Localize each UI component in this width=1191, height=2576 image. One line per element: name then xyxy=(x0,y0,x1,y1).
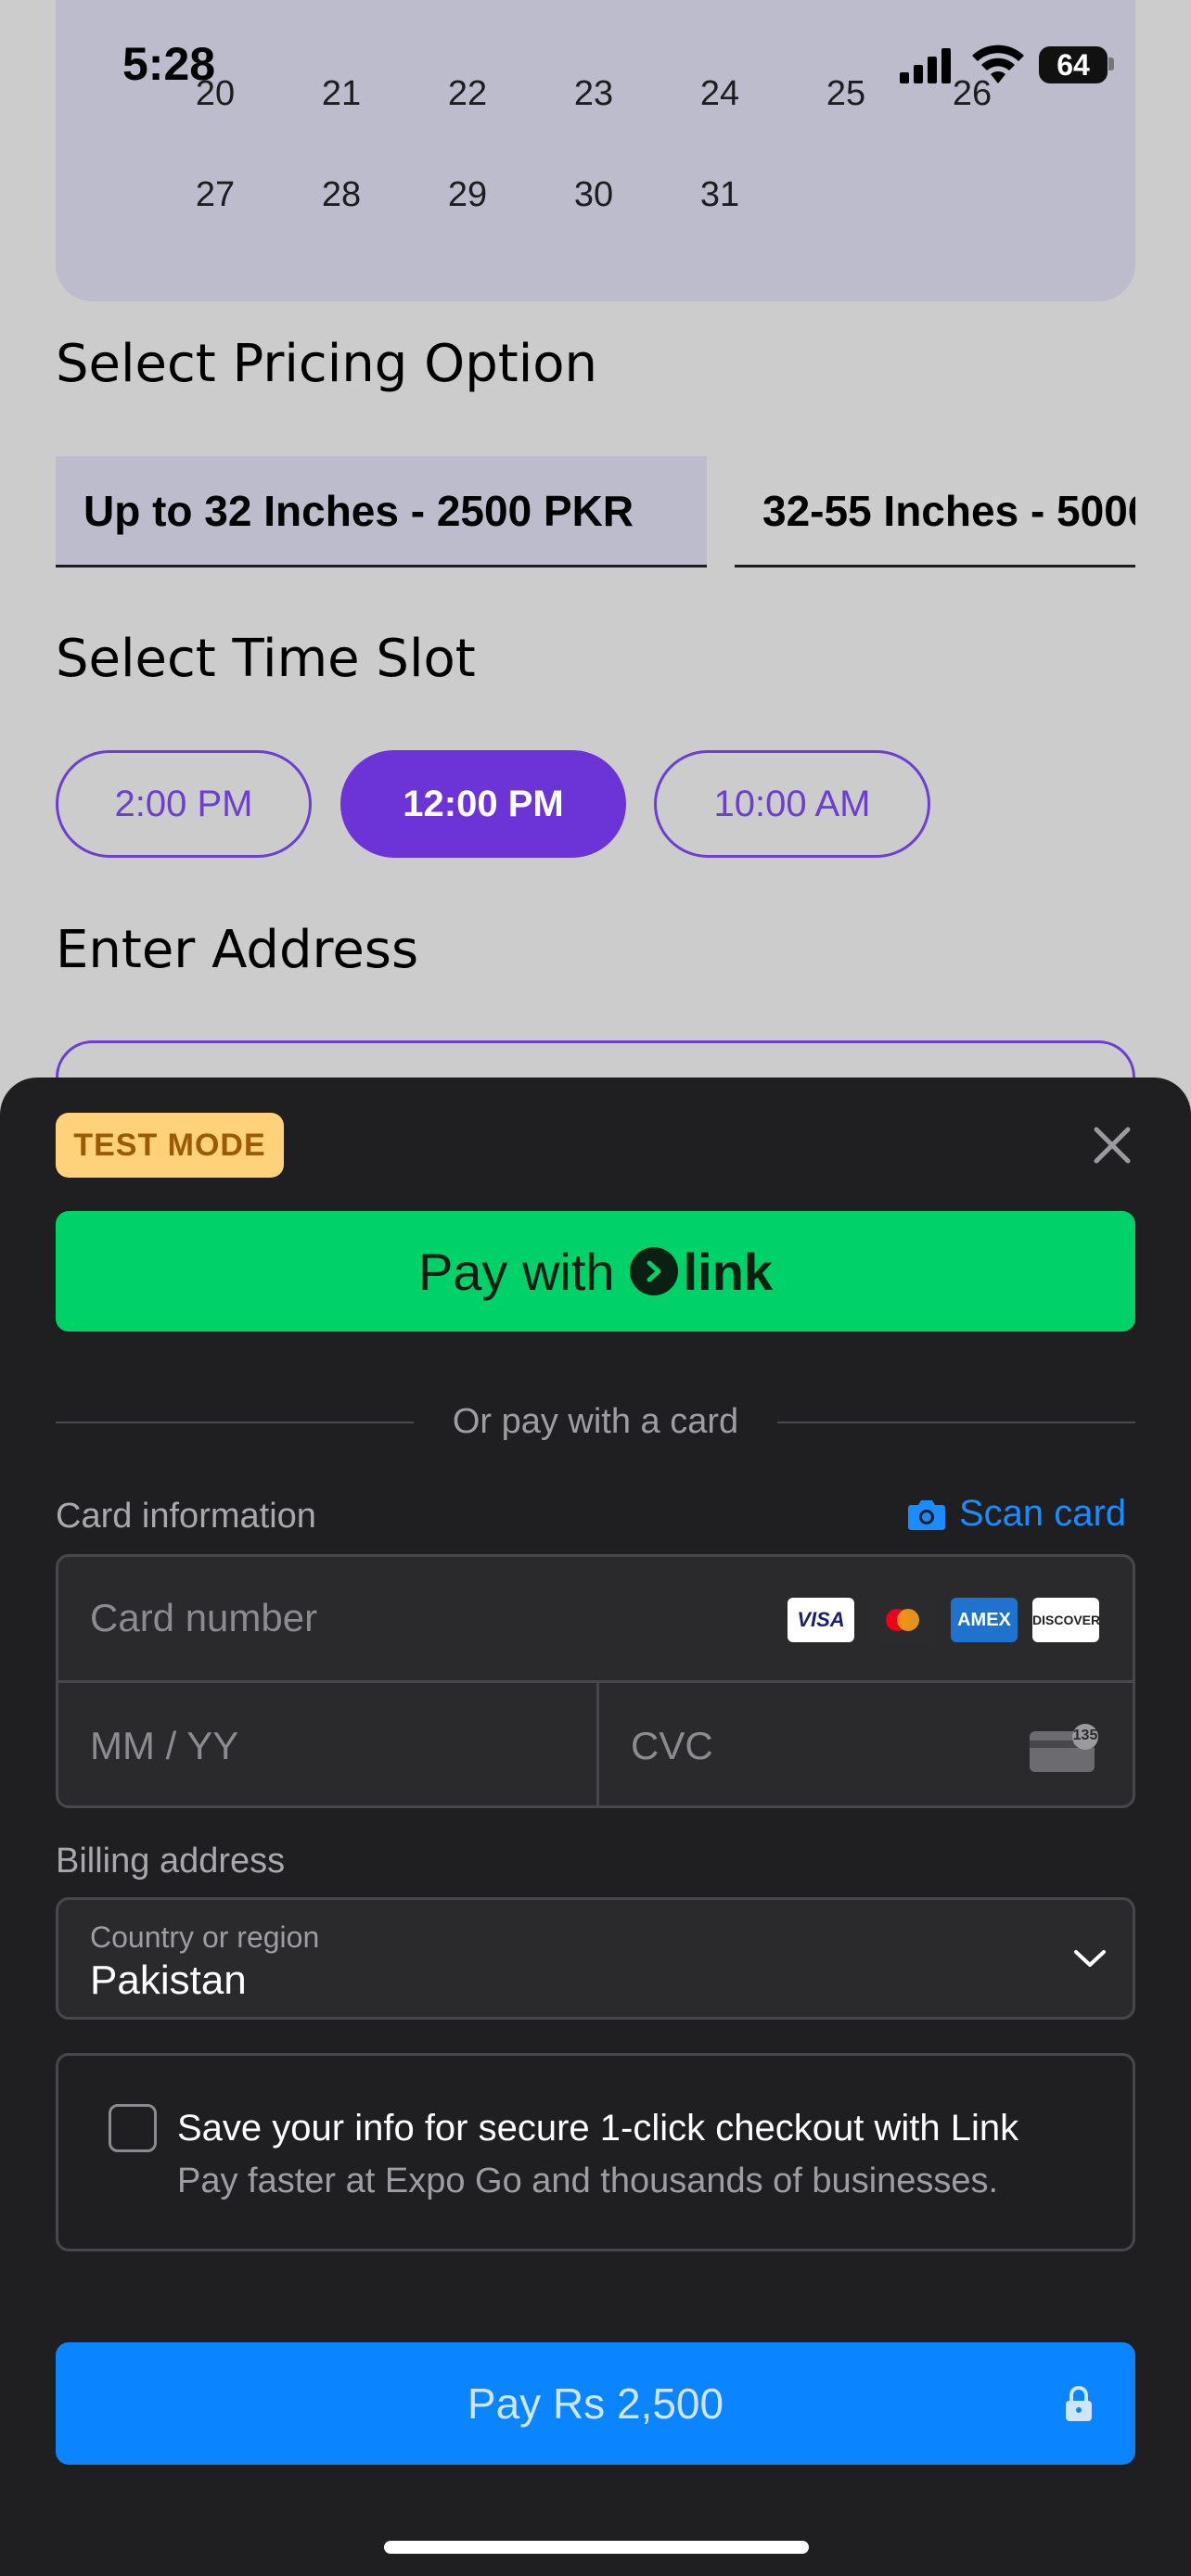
calendar-day[interactable]: 18 xyxy=(809,0,883,3)
calendar-day[interactable]: 21 xyxy=(304,74,378,114)
link-brand-text: link xyxy=(683,1242,774,1301)
card-number-field[interactable]: Card number VISA AMEX DISCOVER xyxy=(58,1557,1133,1683)
cvc-placeholder: CVC xyxy=(631,1724,713,1767)
close-icon[interactable] xyxy=(1085,1118,1139,1172)
divider-left xyxy=(56,1422,414,1423)
time-slot-button[interactable]: 2:00 PM xyxy=(56,750,312,858)
card-information-label: Card information xyxy=(56,1497,316,1536)
camera-icon xyxy=(908,1499,945,1530)
cellular-signal-icon xyxy=(900,48,951,83)
cvc-hint: 135 xyxy=(1072,1728,1098,1743)
status-time: 5:28 xyxy=(122,38,216,90)
chevron-down-icon xyxy=(1074,1950,1106,1967)
save-info-checkbox[interactable] xyxy=(109,2104,157,2152)
cvc-field[interactable]: CVC 135 xyxy=(599,1683,1135,1808)
home-indicator xyxy=(384,2541,809,2554)
scan-card-label: Scan card xyxy=(959,1493,1127,1534)
country-label: Country or region xyxy=(90,1920,320,1954)
pricing-title: Select Pricing Option xyxy=(56,334,598,394)
divider-text: Or pay with a card xyxy=(452,1402,739,1441)
status-icons: 64 xyxy=(900,45,1114,91)
time-slot-button[interactable]: 10:00 AM xyxy=(654,750,930,858)
time-slot-title: Select Time Slot xyxy=(56,629,476,689)
battery-cap xyxy=(1108,57,1114,70)
calendar-day[interactable]: 13 xyxy=(178,0,252,3)
calendar-day[interactable]: 24 xyxy=(683,74,757,114)
pay-with-label: Pay with xyxy=(417,1242,615,1301)
calendar-day[interactable]: 23 xyxy=(557,74,631,114)
calendar-day[interactable]: 15 xyxy=(430,0,505,3)
expiry-placeholder: MM / YY xyxy=(90,1724,239,1767)
calendar-day[interactable]: 17 xyxy=(683,0,757,3)
divider-right xyxy=(777,1422,1135,1423)
link-arrow-icon xyxy=(629,1247,678,1295)
mastercard-icon xyxy=(869,1598,936,1642)
calendar-day[interactable]: 14 xyxy=(304,0,378,3)
calendar-day[interactable]: 25 xyxy=(809,74,883,114)
pricing-option-selected[interactable]: Up to 32 Inches - 2500 PKR xyxy=(56,456,707,567)
country-value: Pakistan xyxy=(90,1958,247,2003)
time-slot-button-selected[interactable]: 12:00 PM xyxy=(340,750,626,858)
calendar-day[interactable]: 31 xyxy=(683,175,757,215)
payment-sheet: TEST MODE Pay with link Or pay with a ca… xyxy=(0,1078,1191,2576)
calendar-day[interactable]: 30 xyxy=(557,175,631,215)
save-info-title: Save your info for secure 1-click checko… xyxy=(177,2108,1019,2149)
billing-address-label: Billing address xyxy=(56,1842,286,1881)
save-info-box: Save your info for secure 1-click checko… xyxy=(56,2053,1135,2251)
wifi-icon xyxy=(972,45,1024,83)
visa-icon: VISA xyxy=(788,1598,854,1642)
card-information-box: Card number VISA AMEX DISCOVER MM / YY C… xyxy=(56,1554,1135,1808)
pay-with-link-button[interactable]: Pay with link xyxy=(56,1211,1135,1332)
country-select[interactable]: Country or region Pakistan xyxy=(56,1897,1135,2020)
card-number-placeholder: Card number xyxy=(90,1596,318,1639)
battery-indicator: 64 xyxy=(1039,46,1108,83)
calendar-day[interactable]: 27 xyxy=(178,175,252,215)
scan-card-button[interactable]: Scan card xyxy=(907,1493,1126,1535)
pricing-option[interactable]: 32-55 Inches - 5000 PKR xyxy=(735,456,1135,567)
discover-icon: DISCOVER xyxy=(1032,1598,1100,1642)
address-title: Enter Address xyxy=(56,920,419,980)
expiry-field[interactable]: MM / YY xyxy=(58,1683,596,1808)
pay-button-label: Pay Rs 2,500 xyxy=(467,2379,724,2428)
calendar-day[interactable]: 16 xyxy=(557,0,631,3)
lock-icon xyxy=(1066,2386,1092,2421)
amex-icon: AMEX xyxy=(951,1598,1018,1642)
calendar-day[interactable]: 22 xyxy=(430,74,505,114)
pay-button[interactable]: Pay Rs 2,500 xyxy=(56,2342,1135,2465)
calendar-day[interactable]: 29 xyxy=(430,175,505,215)
calendar-day[interactable]: 28 xyxy=(304,175,378,215)
cvc-card-icon: 135 xyxy=(1028,1724,1100,1774)
calendar-day[interactable]: 19 xyxy=(935,0,1009,3)
save-info-subtitle: Pay faster at Expo Go and thousands of b… xyxy=(177,2162,999,2200)
test-mode-badge: TEST MODE xyxy=(56,1113,284,1178)
link-logo: link xyxy=(629,1242,774,1302)
